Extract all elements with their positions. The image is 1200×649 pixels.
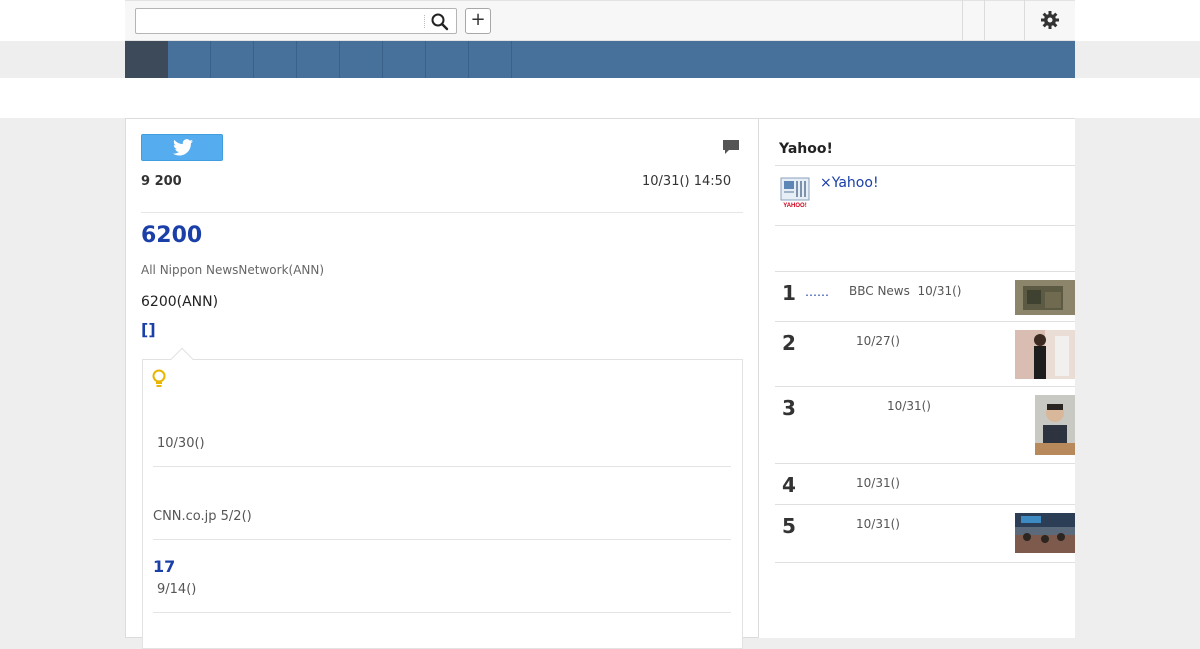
twitter-share-button[interactable] — [141, 134, 223, 161]
ranking-meta: 10/27() — [856, 334, 900, 348]
related-divider — [153, 612, 731, 613]
gear-icon[interactable] — [1040, 10, 1060, 30]
divider — [141, 212, 743, 213]
ranking-number: 3 — [782, 396, 796, 420]
twitter-icon — [173, 139, 193, 156]
ranking-meta: 10/31() — [887, 399, 931, 413]
category-subnav: IT — [0, 78, 1200, 196]
sidebar-title: Yahoo! — [779, 141, 833, 157]
sidebar-divider — [775, 225, 1075, 226]
related-item-meta[interactable]: CNN.co.jp 5/2() — [153, 509, 252, 524]
nav-tab-home[interactable] — [125, 41, 168, 78]
header-divider — [1024, 0, 1025, 40]
sidebar-divider — [775, 463, 1075, 464]
nav-tab[interactable] — [211, 41, 254, 78]
article-headline[interactable]: 6200 — [141, 223, 202, 248]
search-input[interactable] — [138, 11, 418, 31]
search-icon[interactable] — [430, 12, 450, 32]
search-box[interactable] — [135, 8, 457, 34]
ranking-thumbnail[interactable] — [1015, 330, 1075, 379]
related-item-meta[interactable]: 10/30() — [157, 436, 205, 451]
nav-tab[interactable] — [340, 41, 383, 78]
nav-tab[interactable] — [426, 41, 469, 78]
ranking-number: 4 — [782, 473, 796, 497]
ranking-meta: BBC News 10/31() — [849, 284, 962, 298]
article-body: 6200(ANN) — [141, 294, 219, 310]
header-divider — [962, 0, 963, 40]
global-nav — [125, 41, 1075, 78]
add-button[interactable]: + — [465, 8, 491, 34]
article-more-link[interactable]: [] — [141, 320, 156, 339]
sidebar-divider — [775, 562, 1075, 563]
ranking-meta: 10/31() — [856, 517, 900, 531]
related-item-title[interactable]: 17 — [153, 557, 175, 576]
sidebar-divider — [775, 165, 1075, 166]
ranking-thumbnail[interactable] — [1035, 395, 1075, 455]
svg-text:YAHOO!: YAHOO! — [783, 203, 806, 209]
yahoo-promo-icon[interactable]: YAHOO! — [780, 177, 810, 209]
yahoo-promo-link[interactable]: ×Yahoo! — [820, 175, 879, 191]
share-count: 9 200 — [141, 174, 182, 189]
sidebar-divider — [775, 271, 1075, 272]
related-divider — [153, 466, 731, 467]
ranking-number: 1 — [782, 281, 796, 305]
comment-icon[interactable] — [722, 138, 740, 156]
article-datetime: 10/31() 14:50 — [642, 174, 732, 189]
sidebar-divider — [775, 386, 1075, 387]
ranking-thumbnail[interactable] — [1015, 280, 1075, 315]
related-articles-box — [142, 359, 743, 649]
lightbulb-icon — [152, 369, 166, 387]
nav-tab[interactable] — [297, 41, 340, 78]
ranking-title[interactable]: …… — [805, 285, 829, 299]
related-divider — [153, 539, 731, 540]
sidebar-divider — [775, 504, 1075, 505]
article-source: All Nippon NewsNetwork(ANN) — [141, 263, 325, 277]
nav-tab[interactable] — [469, 41, 512, 78]
nav-tab[interactable] — [168, 41, 211, 78]
related-item-meta: 9/14() — [157, 582, 197, 597]
ranking-number: 2 — [782, 331, 796, 355]
ranking-meta: 10/31() — [856, 476, 900, 490]
header-divider — [984, 0, 985, 40]
search-divider — [424, 15, 425, 28]
sidebar-divider — [775, 321, 1075, 322]
ranking-thumbnail[interactable] — [1015, 513, 1075, 553]
nav-tab[interactable] — [383, 41, 426, 78]
ranking-number: 5 — [782, 514, 796, 538]
nav-tab[interactable] — [254, 41, 297, 78]
